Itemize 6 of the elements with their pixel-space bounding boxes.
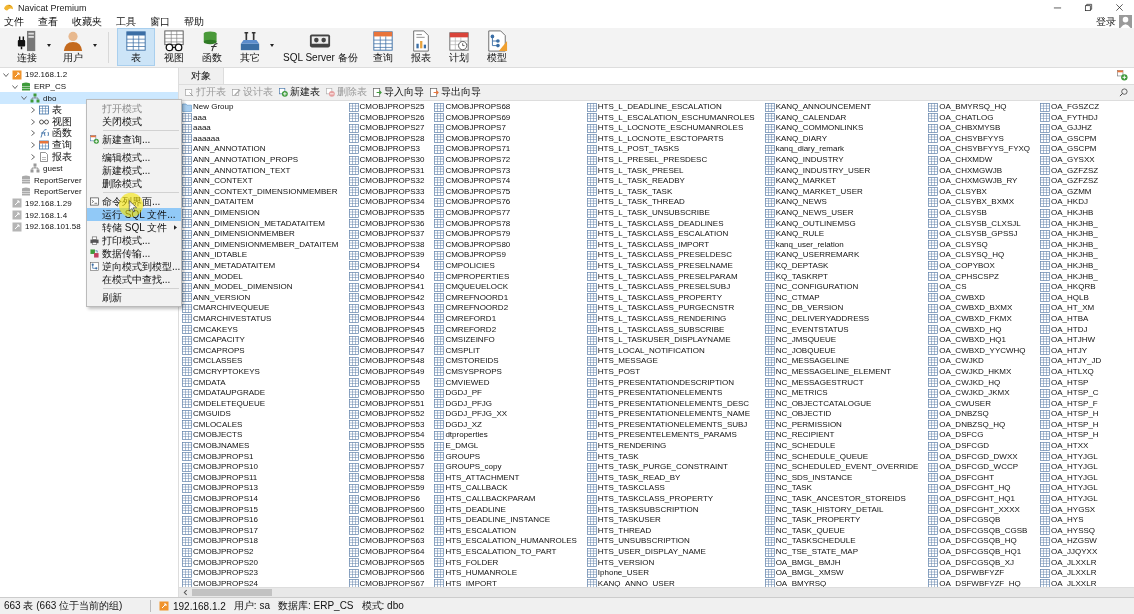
user-name: 用户: sa xyxy=(233,599,270,613)
connection-name: 192.168.1.2 xyxy=(173,600,226,612)
window-title: Navicat Premium xyxy=(18,2,87,13)
object-count: 663 表 (663 位于当前的组) xyxy=(4,599,124,613)
database-name: 数据库: ERP_CS xyxy=(277,599,354,613)
schema-name: 模式: dbo xyxy=(361,599,404,613)
